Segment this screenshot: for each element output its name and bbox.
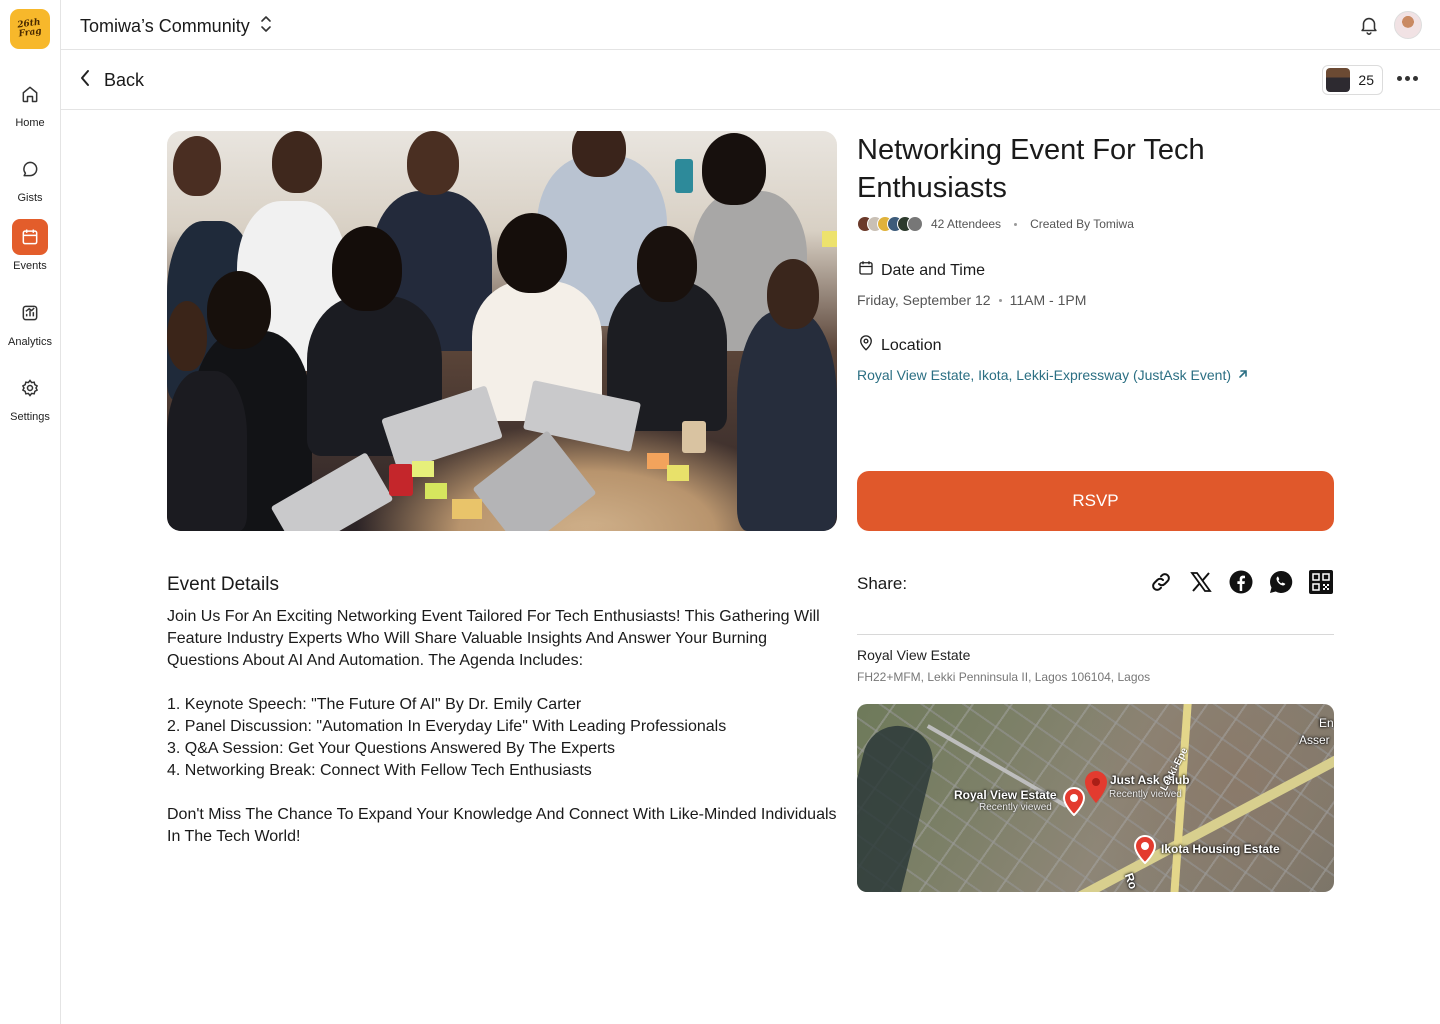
agenda-item: 1. Keynote Speech: "The Future Of AI" By… bbox=[167, 696, 582, 713]
rsvp-button[interactable]: RSVP bbox=[857, 471, 1334, 531]
attendee-count: 42 Attendees bbox=[931, 217, 1002, 231]
event-title: Networking Event For Tech Enthusiasts bbox=[857, 134, 1205, 204]
location-map[interactable]: Royal View Estate Recently viewed Just A… bbox=[857, 704, 1334, 892]
road-label: Ro bbox=[1121, 871, 1141, 891]
sidebar: 26th Frag Home Gists Events Analytics Se… bbox=[0, 0, 61, 1024]
chevron-up-down-icon bbox=[260, 14, 272, 39]
sidebar-item-label: Events bbox=[13, 260, 47, 272]
chat-icon bbox=[12, 151, 48, 187]
avatar bbox=[1326, 68, 1351, 92]
analytics-icon bbox=[12, 295, 48, 331]
external-link-icon bbox=[1237, 367, 1249, 383]
map-edge-label: En bbox=[1319, 716, 1334, 730]
calendar-icon bbox=[12, 219, 48, 255]
calendar-icon bbox=[857, 259, 875, 282]
event-time: 11AM - 1PM bbox=[1009, 292, 1087, 308]
map-edge-label: Asser bbox=[1299, 733, 1330, 747]
location-pin-icon bbox=[857, 334, 875, 357]
map-sublabel: Recently viewed bbox=[1109, 789, 1182, 800]
more-options-icon[interactable] bbox=[1397, 76, 1418, 81]
sidebar-item-events[interactable]: Events bbox=[0, 219, 60, 272]
top-bar: Tomiwa’s Community bbox=[61, 0, 1440, 50]
qr-code-icon[interactable] bbox=[1309, 570, 1333, 594]
home-icon bbox=[12, 76, 48, 112]
bell-icon[interactable] bbox=[1358, 13, 1380, 42]
share-icons bbox=[1149, 570, 1333, 594]
event-details-body: Join Us For An Exciting Networking Event… bbox=[167, 606, 837, 848]
user-avatar[interactable] bbox=[1394, 11, 1422, 39]
back-label: Back bbox=[104, 70, 145, 90]
event-cover-image bbox=[167, 131, 837, 531]
details-intro: Join Us For An Exciting Networking Event… bbox=[167, 608, 820, 669]
event-meta: 42 Attendees Created By Tomiwa bbox=[857, 216, 1134, 232]
sidebar-item-label: Settings bbox=[10, 411, 50, 423]
community-switcher[interactable]: Tomiwa’s Community bbox=[80, 14, 272, 39]
facebook-icon[interactable] bbox=[1229, 570, 1253, 594]
map-label: Royal View Estate bbox=[954, 788, 1057, 802]
location-heading: Location bbox=[857, 334, 942, 357]
sidebar-item-label: Gists bbox=[17, 192, 43, 204]
attendee-avatars[interactable] bbox=[857, 216, 923, 232]
map-pin-icon[interactable] bbox=[1133, 834, 1157, 869]
date-time-heading: Date and Time bbox=[857, 259, 985, 282]
map-sublabel: Recently viewed bbox=[979, 802, 1052, 813]
participant-count: 25 bbox=[1358, 72, 1374, 88]
place-name: Royal View Estate bbox=[857, 647, 971, 663]
app-logo[interactable]: 26th Frag bbox=[10, 9, 50, 49]
agenda-item: 2. Panel Discussion: "Automation In Ever… bbox=[167, 718, 727, 735]
created-by: Created By Tomiwa bbox=[1030, 217, 1134, 231]
location-link[interactable]: Royal View Estate, Ikota, Lekki-Expressw… bbox=[857, 367, 1249, 383]
sidebar-item-label: Home bbox=[15, 117, 45, 129]
participants-chip[interactable]: 25 bbox=[1322, 65, 1383, 95]
logo-text: 26th Frag bbox=[17, 17, 43, 40]
agenda-item: 3. Q&A Session: Get Your Questions Answe… bbox=[167, 740, 615, 757]
sidebar-item-gists[interactable]: Gists bbox=[0, 151, 60, 204]
x-icon[interactable] bbox=[1189, 570, 1213, 594]
community-name: Tomiwa’s Community bbox=[80, 16, 250, 36]
whatsapp-icon[interactable] bbox=[1269, 570, 1293, 594]
event-date: Friday, September 12 bbox=[857, 292, 991, 308]
map-pin-icon[interactable] bbox=[1083, 768, 1109, 809]
divider bbox=[857, 634, 1334, 635]
back-button[interactable]: Back bbox=[80, 69, 144, 92]
sidebar-item-analytics[interactable]: Analytics bbox=[0, 295, 60, 348]
gear-icon bbox=[12, 370, 48, 406]
sub-bar: Back 25 bbox=[61, 50, 1440, 110]
event-details-title: Event Details bbox=[167, 574, 279, 595]
agenda-item: 4. Networking Break: Connect With Fellow… bbox=[167, 762, 592, 779]
sidebar-item-label: Analytics bbox=[7, 336, 53, 348]
event-date-time: Friday, September 12 11AM - 1PM bbox=[857, 292, 1086, 308]
details-closing: Don't Miss The Chance To Expand Your Kno… bbox=[167, 806, 837, 845]
map-label: Ikota Housing Estate bbox=[1161, 842, 1280, 856]
sidebar-item-home[interactable]: Home bbox=[0, 76, 60, 129]
link-icon[interactable] bbox=[1149, 570, 1173, 594]
sidebar-item-settings[interactable]: Settings bbox=[0, 370, 60, 423]
place-address: FH22+MFM, Lekki Penninsula II, Lagos 106… bbox=[857, 670, 1151, 684]
share-label: Share: bbox=[857, 574, 908, 593]
chevron-left-icon bbox=[80, 69, 90, 92]
